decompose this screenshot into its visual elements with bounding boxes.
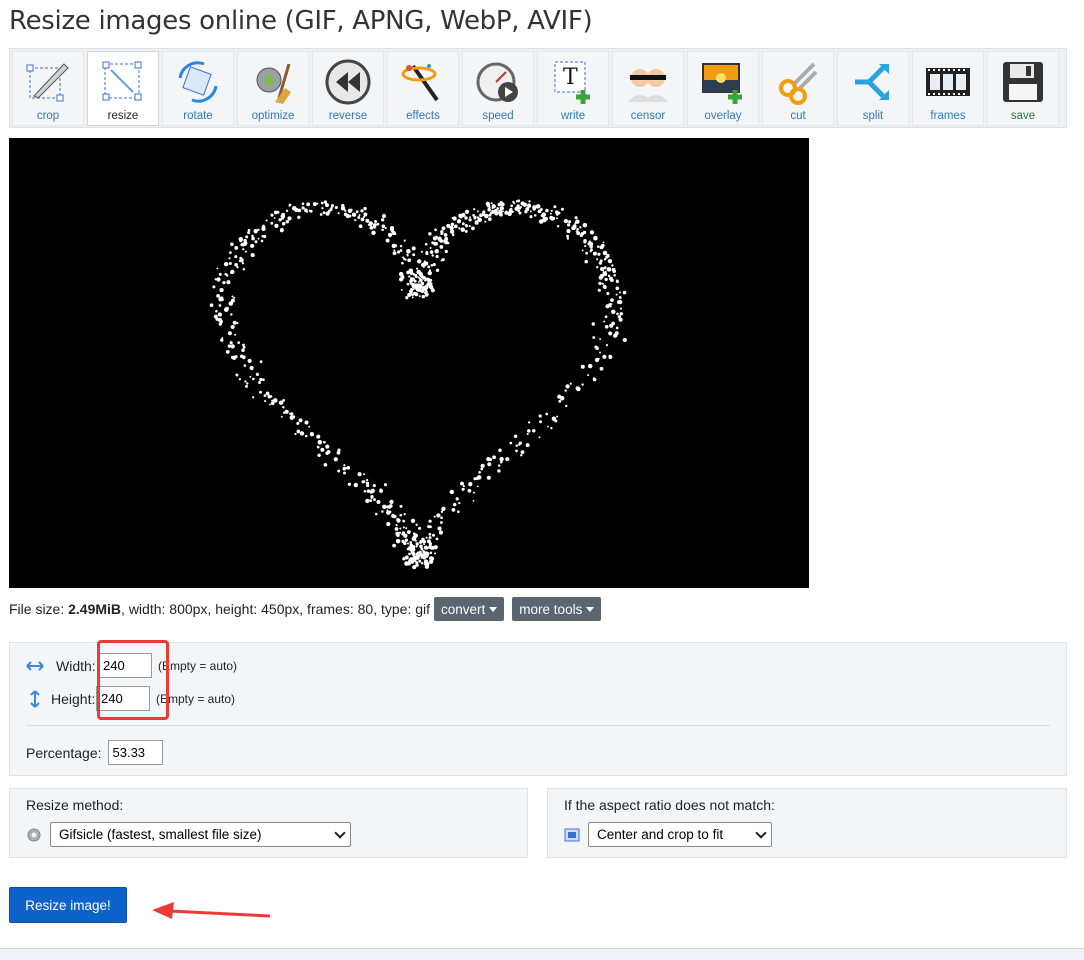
resize-method-row: Gifsicle (fastest, smallest file size)	[26, 822, 351, 847]
more-tools-label: more tools	[519, 601, 583, 617]
file-info-details: , width: 800px, height: 450px, frames: 8…	[121, 601, 431, 617]
page-title: Resize images online (GIF, APNG, WebP, A…	[9, 6, 593, 36]
tool-resize[interactable]: resize	[87, 51, 159, 126]
width-label: Width:	[56, 657, 96, 674]
caret-down-icon	[489, 606, 498, 612]
highlight-annotation-box	[97, 640, 169, 720]
horizontal-arrows-icon	[26, 660, 44, 671]
percentage-input[interactable]	[107, 740, 163, 765]
tool-reverse[interactable]: reverse	[312, 51, 384, 126]
tool-label: speed	[482, 110, 514, 122]
aspect-ratio-row: Center and crop to fit	[564, 822, 772, 847]
divider	[26, 725, 1050, 726]
film-frames-icon	[926, 68, 970, 96]
resize-method-label: Resize method:	[26, 797, 124, 813]
tool-speed[interactable]: speed	[462, 51, 534, 126]
crop-icon	[26, 63, 69, 102]
tool-label: split	[862, 110, 884, 122]
write-icon: T	[554, 61, 590, 104]
tool-label: resize	[107, 110, 139, 122]
resize-method-panel: Resize method: Gifsicle (fastest, smalle…	[9, 788, 528, 858]
floppy-disk-icon	[1003, 62, 1043, 102]
resize-method-select[interactable]: Gifsicle (fastest, smallest file size)	[50, 822, 351, 847]
chevron-down-icon	[755, 826, 767, 839]
tool-overlay[interactable]: overlay	[687, 51, 759, 126]
tool-label: crop	[36, 110, 60, 122]
caret-down-icon	[586, 606, 595, 612]
tool-crop[interactable]: crop	[12, 51, 84, 126]
overlay-icon	[702, 63, 742, 104]
effects-icon	[401, 64, 439, 102]
tool-label: write	[560, 110, 586, 122]
annotation-arrow	[152, 902, 271, 919]
more-tools-dropdown[interactable]: more tools	[512, 597, 602, 621]
tool-rotate[interactable]: rotate	[162, 51, 234, 126]
tool-label: effects	[406, 110, 440, 122]
frame-fit-icon	[564, 828, 580, 841]
percentage-label: Percentage:	[26, 744, 102, 761]
gear-icon	[27, 828, 41, 841]
reverse-icon	[325, 59, 371, 105]
rotate-icon	[178, 61, 218, 103]
tool-toolbar: crop resize rotate optimize reverse effe…	[9, 48, 1067, 128]
tool-label: reverse	[328, 110, 368, 122]
percentage-row: Percentage:	[26, 740, 163, 765]
image-preview	[9, 138, 809, 588]
height-label: Height:	[51, 690, 96, 707]
width-hint: (Empty = auto)	[158, 658, 238, 673]
tool-effects[interactable]: effects	[387, 51, 459, 126]
aspect-ratio-panel: If the aspect ratio does not match: Cent…	[547, 788, 1067, 858]
heart-particles-image	[209, 199, 627, 570]
bottom-scroll-bar	[0, 948, 1084, 960]
convert-label: convert	[441, 601, 486, 617]
resize-method-value: Gifsicle (fastest, smallest file size)	[59, 827, 262, 842]
resize-image-button[interactable]: Resize image!	[9, 887, 127, 923]
chevron-down-icon	[334, 826, 346, 839]
file-size: 2.49MiB	[68, 601, 122, 617]
file-info-prefix: File size:	[9, 601, 69, 617]
vertical-arrows-icon	[30, 689, 40, 708]
tool-label: cut	[790, 110, 806, 122]
censor-icon	[628, 69, 668, 102]
optimize-icon	[256, 63, 291, 104]
speed-icon	[476, 62, 518, 102]
file-info: File size: 2.49MiB, width: 800px, height…	[9, 597, 602, 621]
tool-save[interactable]: save	[987, 51, 1059, 126]
tool-censor[interactable]: censor	[612, 51, 684, 126]
tool-label: frames	[930, 110, 966, 122]
resize-icon	[102, 61, 142, 101]
tool-frames[interactable]: frames	[912, 51, 984, 126]
tool-split[interactable]: split	[837, 51, 909, 126]
convert-dropdown[interactable]: convert	[434, 597, 505, 621]
scissors-icon	[779, 62, 818, 105]
tool-label: save	[1010, 110, 1036, 122]
aspect-ratio-value: Center and crop to fit	[597, 827, 724, 842]
tool-label: overlay	[704, 110, 742, 122]
split-icon	[855, 64, 889, 100]
tool-label: optimize	[251, 110, 295, 122]
tool-label: censor	[630, 110, 666, 122]
tool-optimize[interactable]: optimize	[237, 51, 309, 126]
tool-write[interactable]: T write	[537, 51, 609, 126]
tool-label: rotate	[183, 110, 213, 122]
aspect-ratio-select[interactable]: Center and crop to fit	[588, 822, 772, 847]
svg-text:T: T	[563, 65, 578, 90]
aspect-ratio-label: If the aspect ratio does not match:	[564, 797, 775, 813]
tool-cut[interactable]: cut	[762, 51, 834, 126]
